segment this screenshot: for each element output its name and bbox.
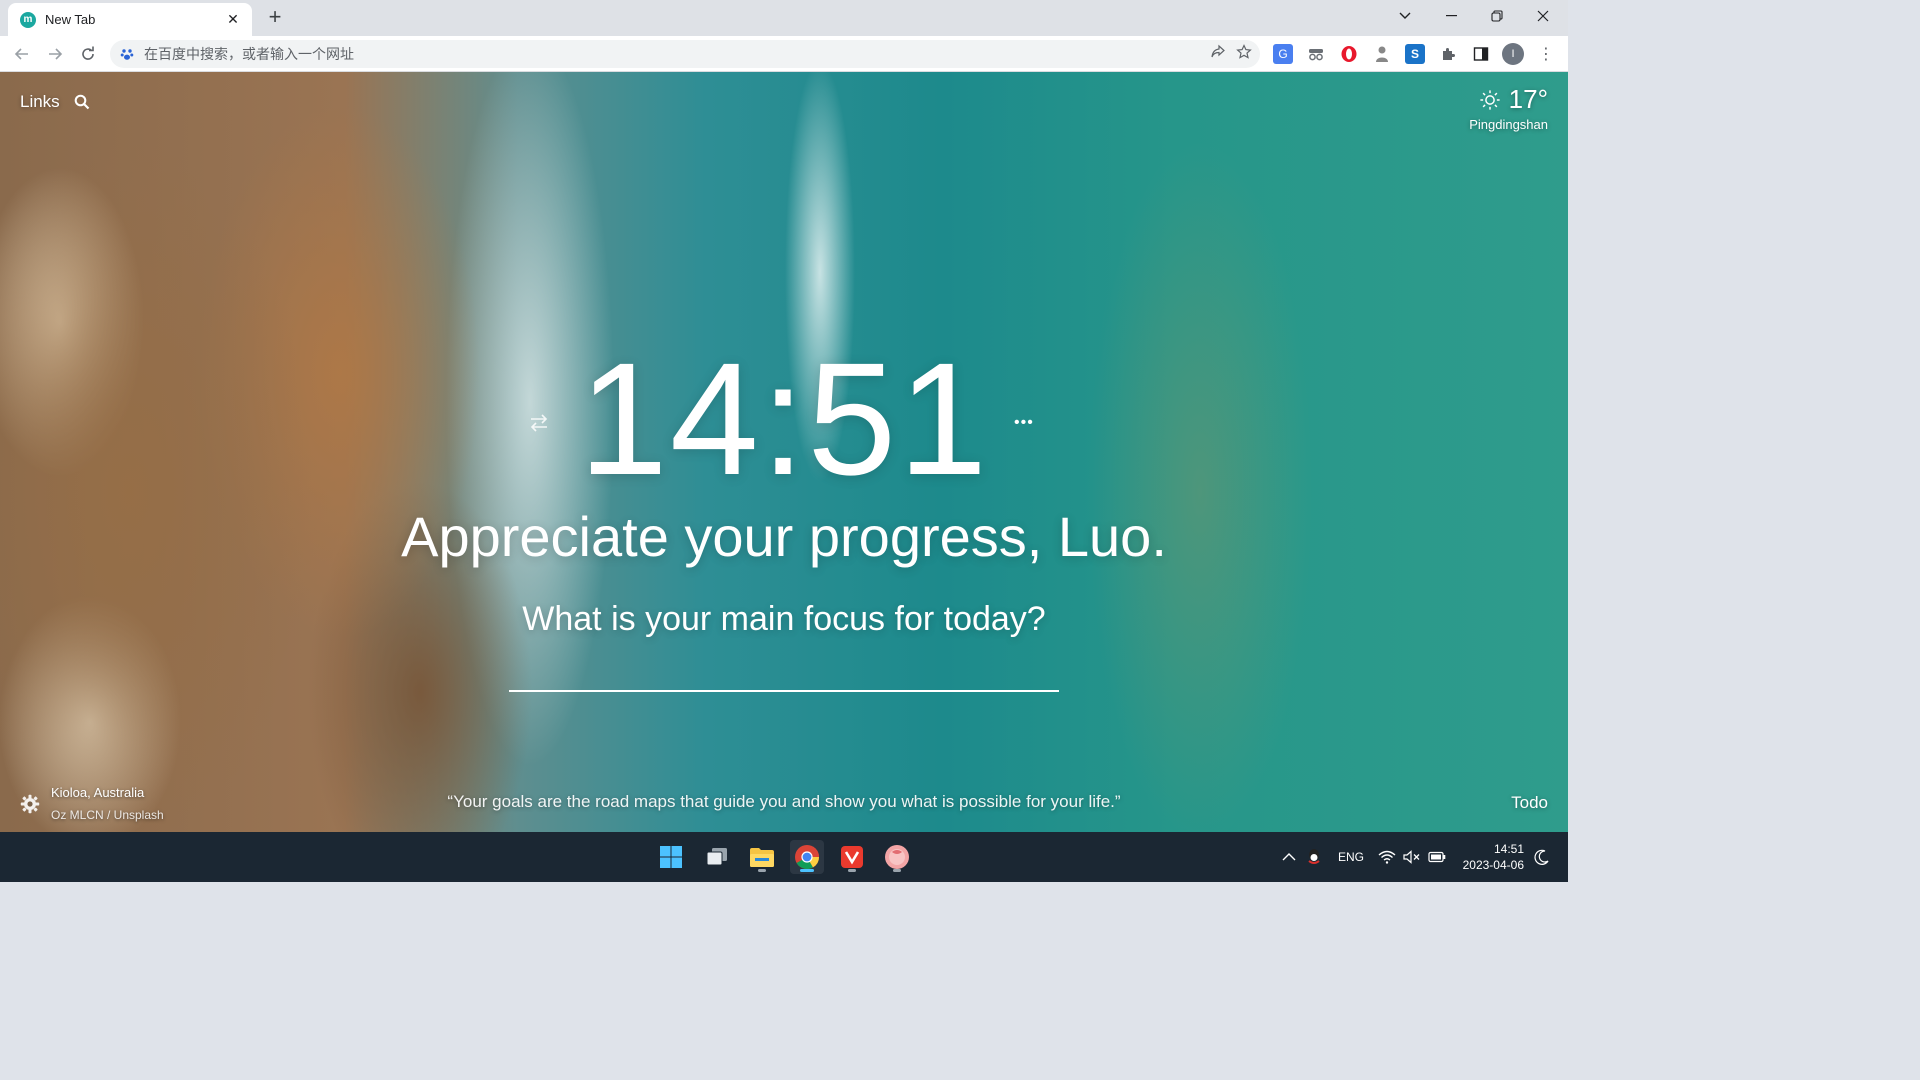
clock-time: 14:51 [578,329,990,508]
task-view-icon[interactable] [700,840,734,874]
tab-new-tab[interactable]: m New Tab ✕ [8,3,252,36]
back-button[interactable] [8,40,36,68]
incognito-extension-icon[interactable] [1306,44,1326,64]
restore-button[interactable] [1474,0,1520,32]
pink-app-indicator [893,869,901,872]
battery-icon[interactable] [1428,832,1446,882]
s-extension-icon[interactable]: S [1405,44,1425,64]
pink-app-icon[interactable] [880,840,914,874]
momentum-favicon-icon: m [20,11,36,28]
reload-button[interactable] [74,40,102,68]
chrome-taskbar-icon[interactable] [790,840,824,874]
bookmark-star-icon[interactable] [1236,44,1252,64]
profile-avatar[interactable]: I [1502,43,1524,65]
forward-button[interactable] [41,40,69,68]
links-area: Links [20,92,90,112]
weather-city: Pingdingshan [1469,117,1548,132]
taskbar-date: 2023-04-06 [1462,858,1524,872]
file-explorer-icon[interactable] [745,840,779,874]
tab-close-icon[interactable]: ✕ [224,11,242,28]
search-icon[interactable] [74,94,90,110]
focus-moon-icon[interactable] [1534,832,1550,882]
focus-input[interactable] [509,662,1059,692]
qq-tray-icon[interactable] [1306,832,1322,882]
share-icon[interactable] [1210,44,1226,64]
wifi-icon[interactable] [1378,832,1396,882]
address-placeholder: 在百度中搜索，或者输入一个网址 [144,46,354,62]
sun-icon [1480,89,1500,110]
tab-title: New Tab [45,12,96,27]
close-window-button[interactable] [1520,0,1566,32]
opera-extension-icon[interactable] [1339,44,1359,64]
taskbar-time: 14:51 [1493,842,1524,856]
tab-strip: m New Tab ✕ + [0,0,1568,36]
focus-question: What is your main focus for today? [522,600,1046,638]
minimize-button[interactable] [1428,0,1474,32]
volume-muted-icon[interactable] [1403,832,1421,882]
tab-search-chevron-icon[interactable] [1382,0,1428,32]
address-bar[interactable]: 在百度中搜索，或者输入一个网址 [110,40,1260,68]
input-language[interactable]: ENG [1338,832,1364,882]
browser-toolbar: 在百度中搜索，或者输入一个网址 G S I ⋮ [0,36,1568,72]
chrome-active-indicator [800,869,814,872]
taskbar-clock[interactable]: 14:51 2023-04-06 [1463,841,1524,873]
browser-menu-icon[interactable]: ⋮ [1536,44,1556,64]
user-extension-icon[interactable] [1372,44,1392,64]
daily-quote: “Your goals are the road maps that guide… [447,792,1121,811]
windows-start-icon[interactable] [654,840,688,874]
clock-more-options-icon[interactable]: ••• [1014,414,1034,432]
weather-widget[interactable]: 17° Pingdingshan [1469,84,1548,132]
links-button[interactable]: Links [20,92,60,112]
temperature: 17° [1508,84,1548,114]
translate-extension-icon[interactable]: G [1273,44,1293,64]
new-tab-page: Links 17° Pingdingshan 14:51 ••• Appreci… [0,72,1568,832]
todo-button[interactable]: Todo [1511,793,1548,813]
wps-indicator [848,869,856,872]
windows-taskbar: ENG 14:51 2023-04-06 [0,832,1568,882]
show-hidden-icons-chevron[interactable] [1282,832,1296,882]
wps-office-icon[interactable] [835,840,869,874]
side-panel-icon[interactable] [1471,44,1491,64]
new-tab-button[interactable]: + [262,6,288,30]
greeting: Appreciate your progress, Luo. [401,505,1167,568]
file-explorer-indicator [758,869,766,872]
baidu-paw-icon [120,47,134,61]
extensions-puzzle-icon[interactable] [1438,44,1458,64]
